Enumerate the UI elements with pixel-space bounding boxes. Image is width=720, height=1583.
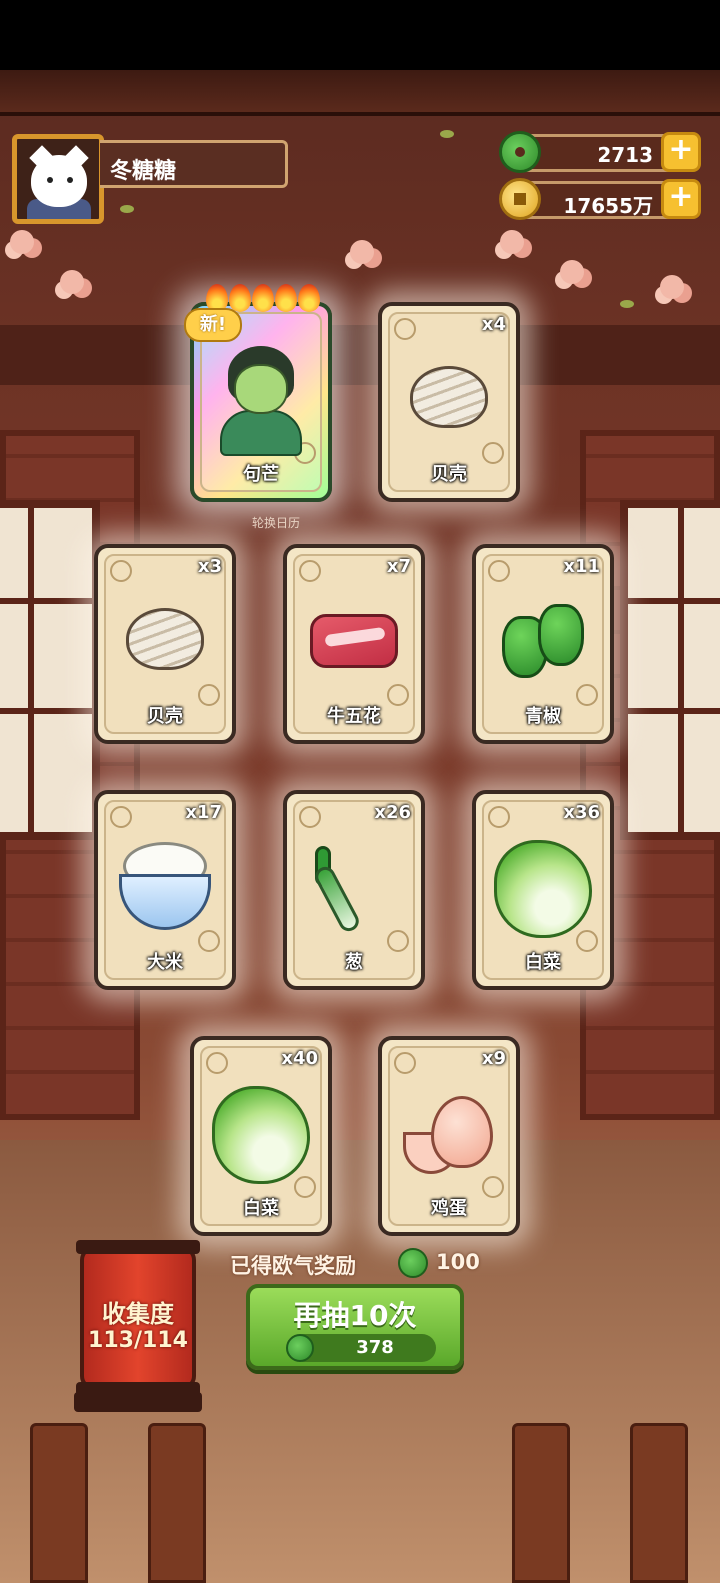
add-coin-button[interactable]: + bbox=[661, 179, 701, 219]
blossom-decoration bbox=[560, 260, 584, 284]
character-illustration bbox=[206, 346, 316, 456]
flame-icon bbox=[298, 284, 320, 312]
new-badge: 新! bbox=[184, 308, 242, 342]
fence-post bbox=[148, 1423, 206, 1583]
egg-icon bbox=[401, 1096, 497, 1176]
coin-amount: 17655万 bbox=[563, 194, 653, 218]
card-label: 青椒 bbox=[525, 706, 561, 727]
hero-face bbox=[234, 364, 288, 414]
fence-post bbox=[630, 1423, 688, 1583]
card-label: 句芒 bbox=[243, 464, 279, 485]
card-count: x26 bbox=[374, 802, 411, 823]
card-item[interactable]: x36 白菜 bbox=[472, 790, 614, 990]
card-item[interactable]: x26 葱 bbox=[283, 790, 425, 990]
card-item[interactable]: x9 鸡蛋 bbox=[378, 1036, 520, 1236]
blossom-decoration bbox=[500, 230, 524, 254]
avatar-eye bbox=[47, 177, 53, 183]
card-label: 大米 bbox=[147, 952, 183, 973]
card-label: 牛五花 bbox=[327, 706, 381, 727]
blossom-decoration bbox=[10, 230, 34, 254]
player-name: 冬糖糖 bbox=[100, 140, 288, 188]
flame-icon bbox=[252, 284, 274, 312]
roof-beam bbox=[0, 70, 720, 116]
collection-lantern[interactable]: 收集度 113/114 bbox=[76, 1240, 200, 1396]
blossom-decoration bbox=[60, 270, 84, 294]
jade-icon bbox=[499, 131, 541, 173]
status-bar bbox=[0, 0, 720, 70]
card-item[interactable]: x4 贝壳 bbox=[378, 302, 520, 502]
pork-belly-icon bbox=[310, 614, 398, 668]
card-caption: 轮换日历 bbox=[251, 516, 300, 530]
collection-progress: 113/114 bbox=[88, 1328, 188, 1353]
collection-label: 收集度 bbox=[102, 1300, 174, 1328]
blossom-decoration bbox=[660, 275, 684, 299]
card-count: x40 bbox=[281, 1048, 318, 1069]
card-item[interactable]: x17 大米 bbox=[94, 790, 236, 990]
scallion-icon bbox=[309, 846, 399, 936]
card-label: 贝壳 bbox=[431, 464, 467, 485]
card-label: 葱 bbox=[345, 952, 363, 973]
cabbage-icon bbox=[212, 1086, 310, 1184]
card-count: x4 bbox=[481, 314, 506, 335]
card-label: 鸡蛋 bbox=[431, 1198, 467, 1219]
leaf-decoration bbox=[440, 130, 454, 138]
card-count: x9 bbox=[481, 1048, 506, 1069]
card-item[interactable]: x40 白菜 bbox=[190, 1036, 332, 1236]
card-label: 白菜 bbox=[243, 1198, 279, 1219]
player-avatar[interactable] bbox=[12, 134, 104, 224]
card-character[interactable]: 新! 句芒 bbox=[184, 284, 332, 502]
reward-value: 100 bbox=[436, 1250, 480, 1274]
leaf-decoration bbox=[120, 205, 134, 213]
blossom-decoration bbox=[350, 240, 374, 264]
card-count: x3 bbox=[197, 556, 222, 577]
card-item[interactable]: x11 青椒 bbox=[472, 544, 614, 744]
reward-text: 已得欧气奖励 bbox=[230, 1254, 356, 1278]
draw-again-button[interactable]: 再抽10次 378 bbox=[246, 1284, 464, 1370]
coin-icon bbox=[499, 178, 541, 220]
card-item[interactable]: x3 贝壳 bbox=[94, 544, 236, 744]
shell-icon bbox=[410, 366, 488, 428]
add-jade-button[interactable]: + bbox=[661, 132, 701, 172]
fence-post bbox=[30, 1423, 88, 1583]
leaf-decoration bbox=[620, 300, 634, 308]
draw-button-label: 再抽10次 bbox=[293, 1299, 417, 1332]
card-count: x11 bbox=[563, 556, 600, 577]
jade-currency-bar: 2713 + bbox=[499, 131, 701, 173]
flame-icon bbox=[229, 284, 251, 312]
jade-icon bbox=[286, 1334, 314, 1362]
card-count: x36 bbox=[563, 802, 600, 823]
rice-bowl-icon bbox=[119, 842, 211, 934]
card-item[interactable]: x7 牛五花 bbox=[283, 544, 425, 744]
card-label: 贝壳 bbox=[147, 706, 183, 727]
jade-icon bbox=[398, 1248, 428, 1278]
fence-post bbox=[512, 1423, 570, 1583]
card-count: x17 bbox=[185, 802, 222, 823]
lantern-stand bbox=[74, 1392, 202, 1412]
cat-face-icon bbox=[31, 155, 87, 207]
card-label: 白菜 bbox=[525, 952, 561, 973]
avatar-eye bbox=[67, 177, 73, 183]
lattice-window-left bbox=[0, 500, 100, 840]
green-pepper-icon bbox=[498, 600, 588, 684]
wall-beam bbox=[0, 325, 720, 385]
shell-icon bbox=[126, 608, 204, 670]
lantern-cap bbox=[76, 1240, 200, 1254]
jade-amount: 2713 bbox=[597, 143, 653, 167]
coin-currency-bar: 17655万 + bbox=[499, 178, 701, 220]
flame-icon bbox=[275, 284, 297, 312]
lattice-window-right bbox=[620, 500, 720, 840]
card-count: x7 bbox=[386, 556, 411, 577]
cabbage-icon bbox=[494, 840, 592, 938]
hero-body bbox=[220, 410, 302, 456]
